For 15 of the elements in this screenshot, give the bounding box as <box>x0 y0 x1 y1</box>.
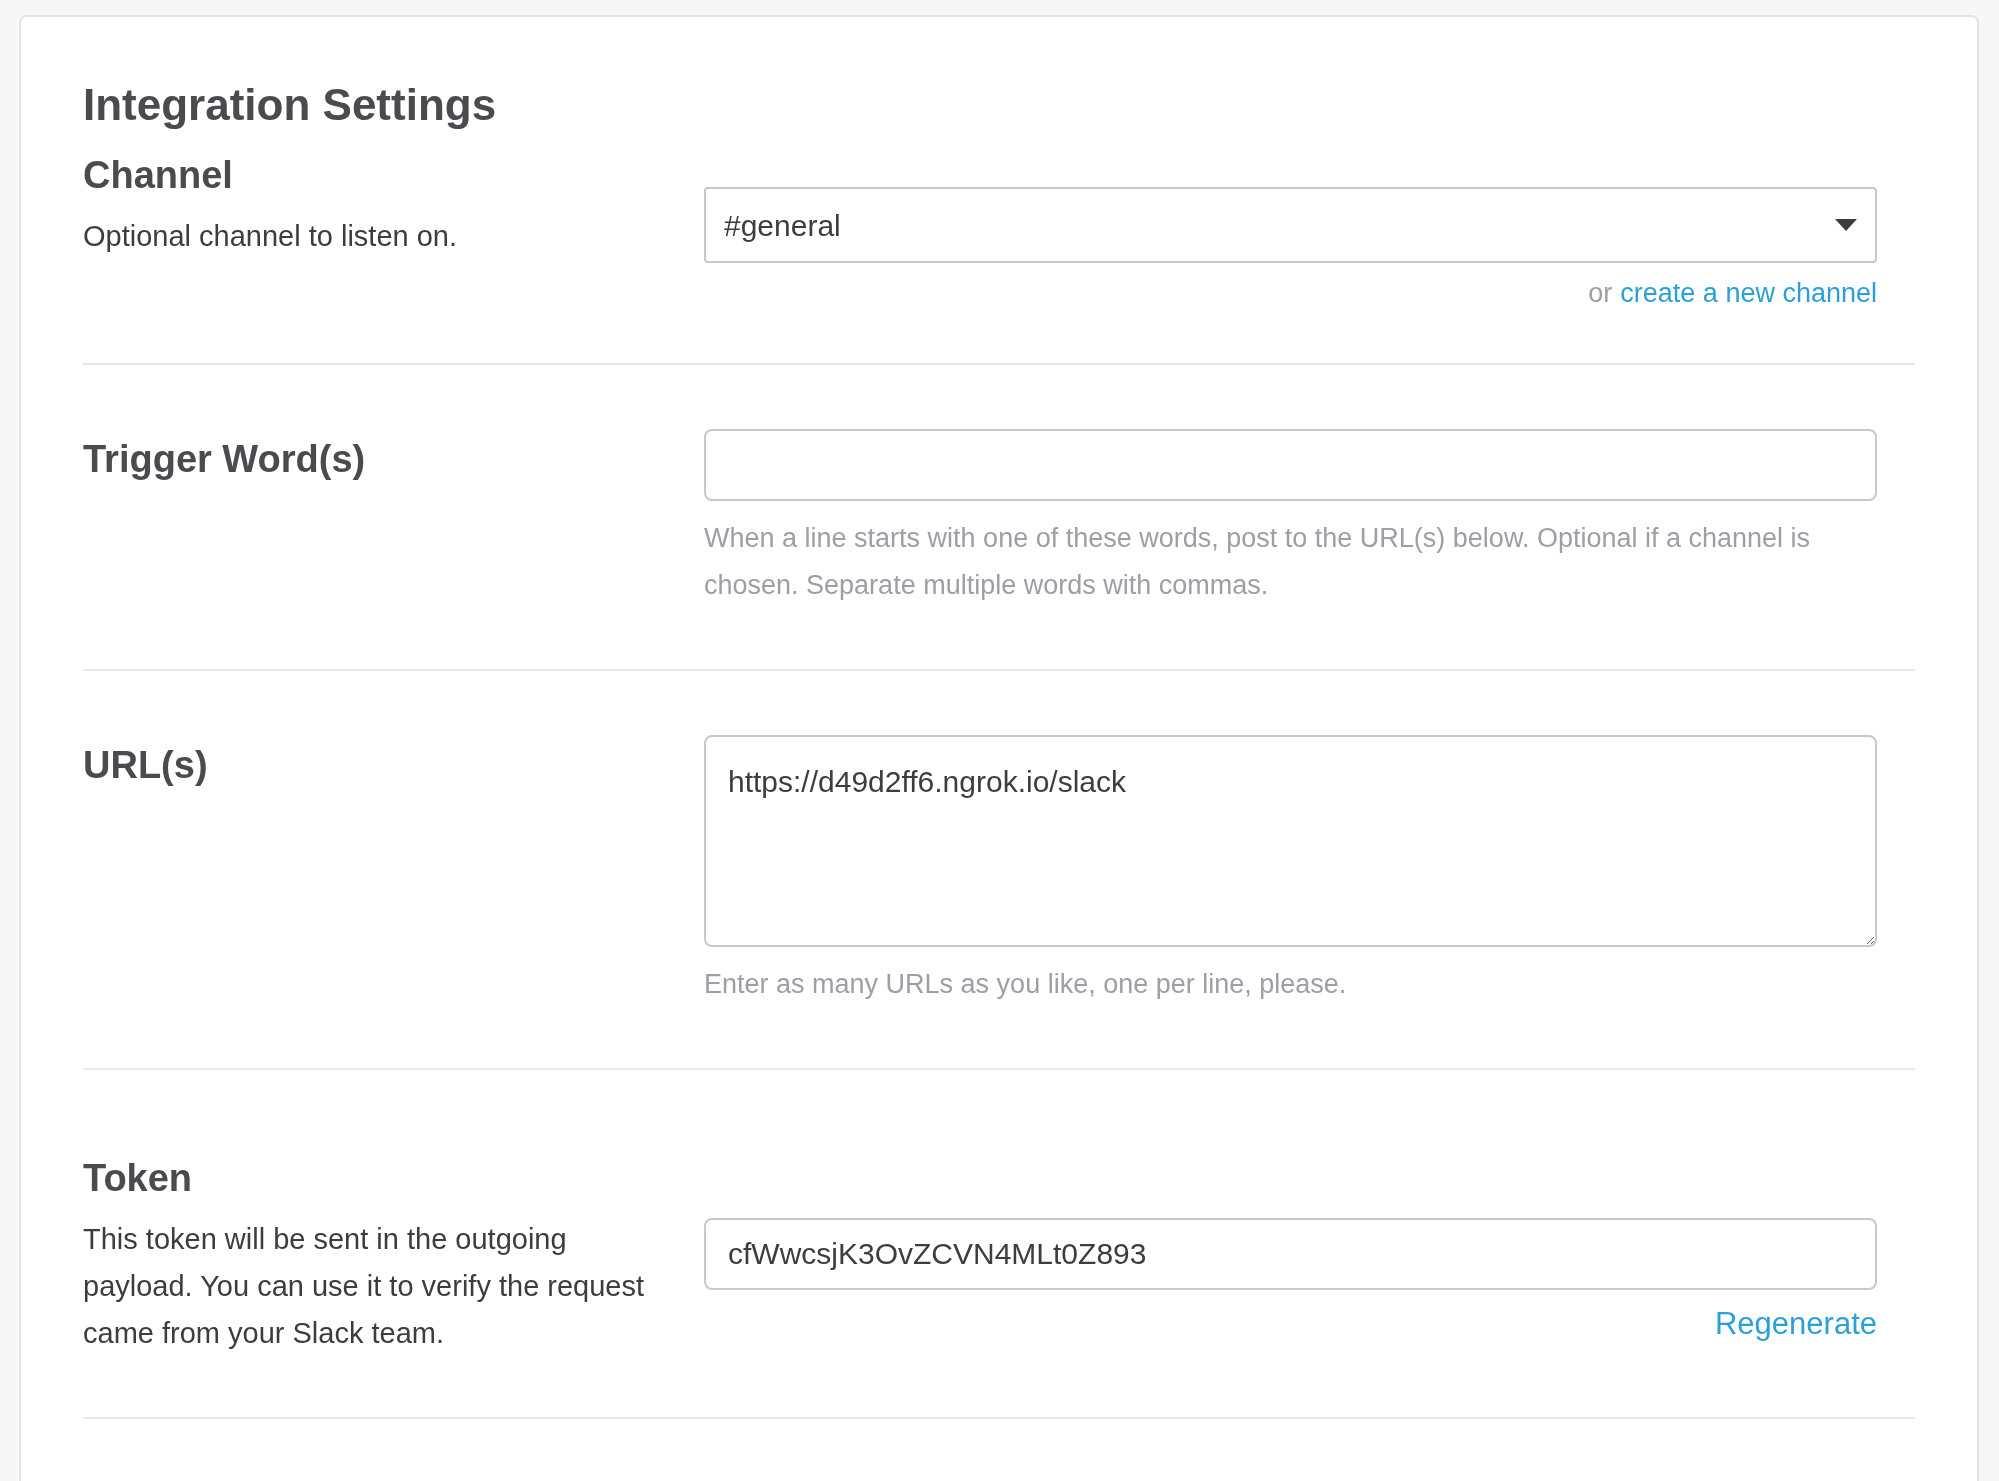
section-label: URL(s) <box>83 743 209 788</box>
help-text: When a line starts with one of these words, post to the URL(s) below. Optional if a channel is chosen. Separate multiple words with commas. <box>704 522 1812 602</box>
section-label: Trigger Word(s) <box>83 437 367 482</box>
channel-dropdown[interactable]: #general <box>704 187 1877 263</box>
url-textarea[interactable]: https://d49d2ff6.ngrok.io/slack <box>704 735 1877 947</box>
section-label: Channel <box>83 153 234 198</box>
section-label: Token <box>83 1156 194 1201</box>
text-input-field[interactable]: cfWwcsjK3OvZCVN4MLt0Z893 <box>704 1218 1877 1290</box>
text-input-field[interactable] <box>704 429 1877 501</box>
help-text: Enter as many URLs as you like, one per line, please. <box>704 968 1348 1001</box>
link-prefix-text: or <box>1588 277 1613 310</box>
section-description: Optional channel to listen on. <box>83 219 459 254</box>
caret-icon <box>1835 219 1857 231</box>
section-description: This token will be sent in the outgoing payload. You can use it to verify the request came from your Slack team. <box>83 1222 646 1351</box>
page-title: Integration Settings <box>83 79 498 131</box>
